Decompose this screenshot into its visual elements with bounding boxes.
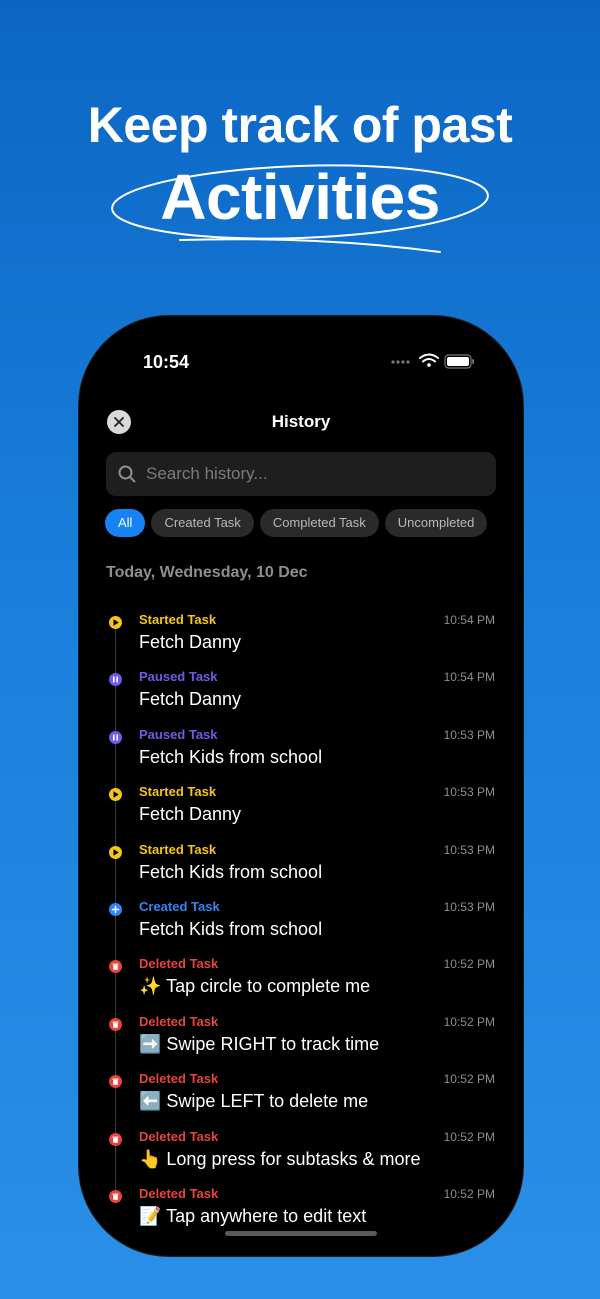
history-item[interactable]: Created Task Fetch Kids from school 10:53 … (79, 893, 523, 950)
history-item-time: 10:52 PM (443, 1186, 495, 1201)
status-icons (391, 353, 474, 369)
filter-chip-created[interactable]: Created Task (151, 509, 254, 537)
history-item-title: Fetch Danny (139, 689, 242, 710)
filter-chip-completed[interactable]: Completed Task (259, 509, 379, 537)
history-item[interactable]: Started Task Fetch Danny 10:54 PM (79, 606, 523, 663)
trash-icon (109, 1075, 122, 1089)
trash-icon (109, 1017, 122, 1031)
history-item-type: Started Task (139, 841, 217, 857)
search-icon (118, 465, 136, 483)
pause-icon (109, 673, 122, 687)
history-item-type: Paused Task (139, 669, 218, 685)
home-indicator (225, 1231, 377, 1236)
history-item-time: 10:52 PM (443, 1129, 495, 1144)
history-item[interactable]: Started Task Fetch Danny 10:53 PM (79, 778, 523, 835)
history-item[interactable]: Started Task Fetch Kids from school 10:53 … (79, 836, 523, 893)
history-list: Started Task Fetch Danny 10:54 PM Paused Ta… (79, 606, 523, 1237)
history-item[interactable]: Deleted Task ➡️ Swipe RIGHT to track time… (79, 1008, 523, 1065)
history-item-title: Fetch Kids from school (139, 918, 323, 939)
history-item-time: 10:52 PM (443, 1072, 495, 1087)
trash-icon (109, 1132, 122, 1146)
history-item[interactable]: Deleted Task ✨ Tap circle to complete me 1… (79, 950, 523, 1007)
history-item-time: 10:53 PM (443, 842, 495, 857)
play-icon (109, 845, 122, 859)
filter-chip-all[interactable]: All (105, 509, 146, 537)
battery-icon (444, 354, 474, 369)
headline-line-1: Keep track of past (87, 97, 513, 153)
filter-chip-uncompleted[interactable]: Uncompleted (384, 509, 488, 537)
pause-icon (109, 730, 122, 744)
search-input[interactable] (146, 452, 476, 496)
history-item-time: 10:53 PM (443, 727, 495, 742)
play-icon (109, 616, 122, 629)
history-item-title: Fetch Kids from school (139, 861, 323, 882)
history-item-type: Deleted Task (139, 956, 219, 972)
history-item-title: Fetch Kids from school (139, 746, 323, 767)
phone-frame: 10:54 History Search history... All Crea… (79, 316, 523, 1256)
status-bar: 10:54 (79, 316, 523, 396)
search-bar[interactable] (106, 452, 496, 496)
history-item[interactable]: Deleted Task 📝 Tap anywhere to edit text 1… (79, 1180, 523, 1237)
plus-icon (109, 902, 122, 916)
history-item-time: 10:54 PM (443, 613, 495, 627)
history-item[interactable]: Paused Task Fetch Kids from school 10:53 P… (79, 721, 523, 778)
history-item-time: 10:52 PM (443, 1014, 495, 1029)
history-item-time: 10:53 PM (443, 785, 495, 800)
play-icon (109, 788, 122, 802)
status-time: 10:54 (143, 352, 190, 372)
history-item-type: Deleted Task (139, 1071, 219, 1087)
history-item-time: 10:54 PM (443, 670, 495, 685)
history-item[interactable]: Paused Task Fetch Danny 10:54 PM (79, 663, 523, 720)
cellular-icon (391, 360, 410, 364)
headline-line-2: Activities (160, 161, 440, 233)
history-item-type: Started Task (139, 612, 217, 627)
filter-chips: All Created Task Completed Task Uncompleted (105, 509, 497, 537)
history-item-time: 10:53 PM (443, 899, 495, 914)
history-item-title: ⬅️ Swipe LEFT to delete me (139, 1091, 369, 1112)
page-title: History (271, 412, 331, 431)
history-item-title: ➡️ Swipe RIGHT to track time (139, 1033, 380, 1054)
history-item-title: 📝 Tap anywhere to edit text (139, 1205, 367, 1226)
history-item-type: Deleted Task (139, 1013, 219, 1029)
history-item-type: Paused Task (139, 726, 218, 742)
wifi-icon (419, 353, 439, 363)
history-item-time: 10:52 PM (443, 957, 495, 972)
history-item-type: Deleted Task (139, 1128, 219, 1144)
history-item-type: Started Task (139, 784, 217, 800)
history-item-title: Fetch Danny (139, 804, 242, 825)
history-item-title: 👆 Long press for subtasks & more (139, 1148, 421, 1169)
history-item[interactable]: Deleted Task ⬅️ Swipe LEFT to delete me 10… (79, 1065, 523, 1122)
section-header: Today, Wednesday, 10 Dec (106, 564, 308, 581)
trash-icon (109, 960, 122, 974)
trash-icon (109, 1189, 122, 1203)
history-item-title: ✨ Tap circle to complete me (139, 976, 371, 997)
history-item[interactable]: Deleted Task 👆 Long press for subtasks & … (79, 1123, 523, 1180)
history-item-type: Deleted Task (139, 1185, 219, 1201)
nav-bar: History (79, 400, 523, 440)
history-item-type: Created Task (139, 898, 220, 914)
history-item-title: Fetch Danny (139, 632, 242, 652)
